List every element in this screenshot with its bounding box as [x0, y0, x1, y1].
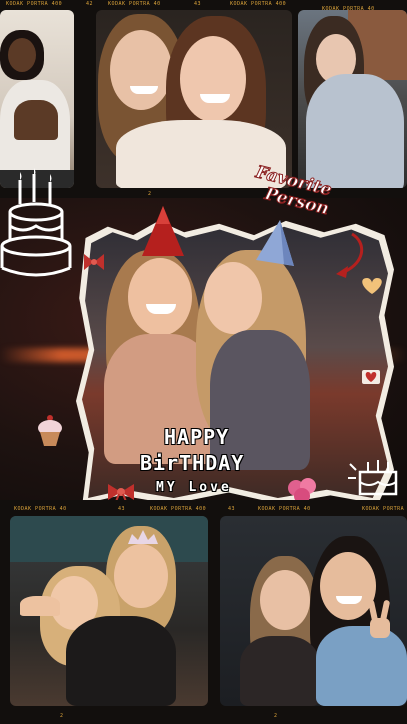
curved-arrow-icon: [336, 232, 363, 278]
frame-number: 42: [86, 1, 94, 7]
bow-icon: [84, 254, 104, 270]
film-label: KODAK PORTRA 40: [14, 506, 67, 512]
party-hat-icon: [256, 220, 294, 266]
film-label: KODAK PORTRA 40: [362, 506, 407, 512]
photo-frame: [298, 10, 407, 188]
heart-envelope-icon: [362, 370, 380, 384]
tiara-icon: [128, 530, 158, 544]
photo-person: [128, 258, 192, 336]
film-strip-bottom: KODAK PORTRA 40 43 KODAK PORTRA 400 43 K…: [0, 500, 407, 724]
frame-number: 2: [60, 713, 64, 719]
cake-doodle-icon: [348, 460, 398, 496]
film-label: KODAK PORTRA 40: [108, 1, 161, 7]
film-label: KODAK PORTRA 400: [150, 506, 207, 512]
photo-frame: [10, 516, 208, 706]
heart-hands-icon: [362, 278, 382, 294]
film-label: KODAK PORTRA 40: [258, 506, 311, 512]
frame-number: 2: [274, 713, 278, 719]
cupcake-icon: [38, 415, 62, 446]
frame-number: 43: [194, 1, 202, 7]
birthday-caption-happy: HAPPY: [164, 425, 230, 449]
frame-number: 2: [148, 191, 152, 197]
film-label: KODAK PORTRA 400: [230, 1, 287, 7]
peace-sign-hand: [368, 600, 390, 638]
frame-number: 43: [228, 506, 236, 512]
photo-frame: [220, 516, 407, 706]
film-label: KODAK PORTRA 400: [6, 1, 63, 7]
photo-person: [204, 262, 262, 334]
birthday-cake-icon: [0, 168, 72, 277]
photo-person-body: [210, 330, 310, 470]
party-hat-icon: [142, 206, 184, 256]
birthday-caption-birthday: BirTHDAY: [140, 451, 245, 475]
birthday-caption-my-love: MY Love: [156, 480, 232, 495]
photo-frame: [96, 10, 292, 188]
frame-number: 43: [118, 506, 126, 512]
photo-frame: [0, 10, 74, 188]
